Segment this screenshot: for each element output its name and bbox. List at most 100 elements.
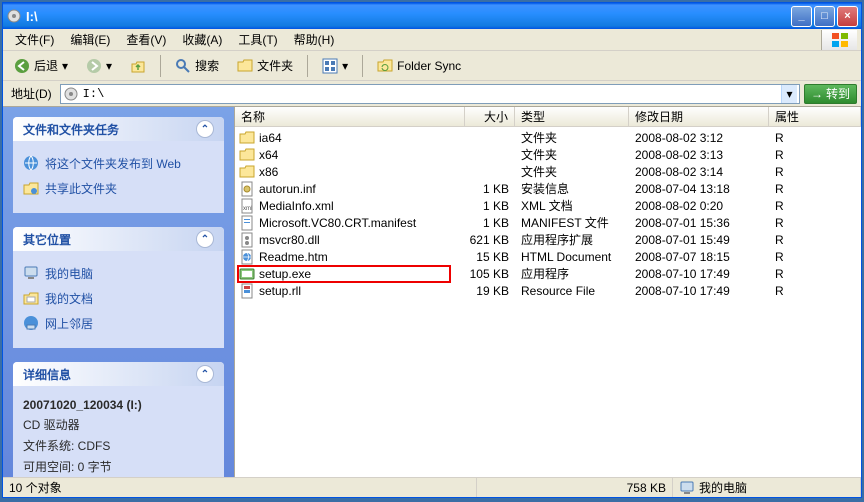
file-name: autorun.inf [259, 182, 316, 196]
file-name: x64 [259, 148, 278, 162]
file-attr: R [769, 216, 861, 230]
search-icon [175, 58, 191, 74]
col-date[interactable]: 修改日期 [629, 107, 769, 126]
exe-icon [239, 266, 255, 282]
forward-button[interactable]: ▾ [79, 54, 119, 78]
address-dropdown[interactable]: ▾ [781, 85, 797, 103]
sidebar: 文件和文件夹任务 ⌃ 将这个文件夹发布到 Web 共享此文件夹 其它位 [3, 107, 235, 477]
file-type: Resource File [515, 284, 629, 298]
forward-icon [86, 58, 102, 74]
sync-icon [377, 58, 393, 74]
file-row[interactable]: x64文件夹2008-08-02 3:13R [235, 146, 861, 163]
sidebar-item-mycomputer[interactable]: 我的电脑 [23, 261, 214, 286]
file-attr: R [769, 131, 861, 145]
manifest-icon [239, 215, 255, 231]
close-button[interactable]: × [837, 6, 858, 27]
mycomputer-icon [23, 265, 39, 281]
file-row[interactable]: x86文件夹2008-08-02 3:14R [235, 163, 861, 180]
address-input[interactable]: I:\ ▾ [60, 84, 800, 104]
folder-icon [239, 147, 255, 163]
minimize-button[interactable]: _ [791, 6, 812, 27]
window-title: I:\ [26, 9, 791, 24]
up-button[interactable] [123, 54, 153, 78]
panel-other-header[interactable]: 其它位置 ⌃ [13, 227, 224, 251]
sidebar-item-mydocs[interactable]: 我的文档 [23, 286, 214, 311]
folder-icon [239, 164, 255, 180]
file-row[interactable]: autorun.inf1 KB安装信息2008-07-04 13:18R [235, 180, 861, 197]
file-row[interactable]: Readme.htm15 KBHTML Document2008-07-07 1… [235, 248, 861, 265]
file-row[interactable]: setup.rll19 KBResource File2008-07-10 17… [235, 282, 861, 299]
file-list: 名称 大小 类型 修改日期 属性 ia64文件夹2008-08-02 3:12R… [235, 107, 861, 477]
panel-tasks-header[interactable]: 文件和文件夹任务 ⌃ [13, 117, 224, 141]
sidebar-item-publish[interactable]: 将这个文件夹发布到 Web [23, 151, 214, 176]
file-type: 文件夹 [515, 163, 629, 180]
go-arrow-icon: → [811, 87, 823, 101]
col-type[interactable]: 类型 [515, 107, 629, 126]
toolbar: 后退 ▾ ▾ 搜索 文件夹 ▾ Folder Sync [3, 51, 861, 81]
titlebar: I:\ _ □ × [3, 3, 861, 29]
file-date: 2008-08-02 3:14 [629, 165, 769, 179]
collapse-icon: ⌃ [196, 365, 214, 383]
file-date: 2008-07-07 18:15 [629, 250, 769, 264]
file-size: 1 KB [465, 182, 515, 196]
sidebar-item-network[interactable]: 网上邻居 [23, 311, 214, 336]
file-name: msvcr80.dll [259, 233, 320, 247]
col-size[interactable]: 大小 [465, 107, 515, 126]
file-row[interactable]: Microsoft.VC80.CRT.manifest1 KBMANIFEST … [235, 214, 861, 231]
col-attr[interactable]: 属性 [769, 107, 861, 126]
panel-other-title: 其它位置 [23, 231, 71, 248]
file-row[interactable]: ia64文件夹2008-08-02 3:12R [235, 129, 861, 146]
panel-other: 其它位置 ⌃ 我的电脑 我的文档 网上邻居 [13, 227, 224, 348]
col-name[interactable]: 名称 [235, 107, 465, 126]
menu-favorites[interactable]: 收藏(A) [174, 29, 230, 50]
views-button[interactable]: ▾ [315, 54, 355, 78]
file-date: 2008-07-01 15:36 [629, 216, 769, 230]
file-row[interactable]: msvcr80.dll621 KB应用程序扩展2008-07-01 15:49R [235, 231, 861, 248]
chevron-down-icon: ▾ [342, 59, 348, 73]
menu-tools[interactable]: 工具(T) [230, 29, 285, 50]
maximize-button[interactable]: □ [814, 6, 835, 27]
publish-icon [23, 155, 39, 171]
folder-icon [239, 130, 255, 146]
search-button[interactable]: 搜索 [168, 53, 226, 78]
folders-button[interactable]: 文件夹 [230, 53, 300, 78]
file-name: Readme.htm [259, 250, 328, 264]
file-row[interactable]: setup.exe105 KB应用程序2008-07-10 17:49R [235, 265, 861, 282]
menu-file[interactable]: 文件(F) [7, 29, 62, 50]
menubar: 文件(F) 编辑(E) 查看(V) 收藏(A) 工具(T) 帮助(H) [3, 29, 861, 51]
mydocs-icon [23, 290, 39, 306]
menu-edit[interactable]: 编辑(E) [62, 29, 118, 50]
detail-free: 可用空间: 0 字节 [23, 456, 214, 477]
network-icon [23, 315, 39, 331]
window-controls: _ □ × [791, 6, 858, 27]
menu-view[interactable]: 查看(V) [118, 29, 174, 50]
up-icon [130, 58, 146, 74]
file-date: 2008-07-04 13:18 [629, 182, 769, 196]
collapse-icon: ⌃ [196, 120, 214, 138]
file-type: 应用程序扩展 [515, 231, 629, 248]
drive-icon [6, 8, 22, 24]
chevron-down-icon: ▾ [106, 59, 112, 73]
back-button[interactable]: 后退 ▾ [7, 53, 75, 78]
go-button[interactable]: → 转到 [804, 84, 857, 104]
sidebar-item-share[interactable]: 共享此文件夹 [23, 176, 214, 201]
status-size: 758 KB [477, 478, 673, 497]
folder-sync-button[interactable]: Folder Sync [370, 54, 468, 78]
detail-drivetype: CD 驱动器 [23, 414, 214, 435]
folders-label: 文件夹 [257, 57, 293, 74]
file-attr: R [769, 199, 861, 213]
file-attr: R [769, 284, 861, 298]
sidebar-item-label: 网上邻居 [45, 315, 93, 332]
file-row[interactable]: xmlMediaInfo.xml1 KBXML 文档2008-08-02 0:2… [235, 197, 861, 214]
back-icon [14, 58, 30, 74]
status-count: 10 个对象 [3, 478, 477, 497]
panel-details-header[interactable]: 详细信息 ⌃ [13, 362, 224, 386]
file-name: x86 [259, 165, 278, 179]
dll-icon [239, 232, 255, 248]
file-name: setup.exe [259, 267, 311, 281]
file-type: 应用程序 [515, 265, 629, 282]
file-type: 文件夹 [515, 146, 629, 163]
statusbar: 10 个对象 758 KB 我的电脑 [3, 477, 861, 497]
menu-help[interactable]: 帮助(H) [286, 29, 343, 50]
back-label: 后退 [34, 57, 58, 74]
